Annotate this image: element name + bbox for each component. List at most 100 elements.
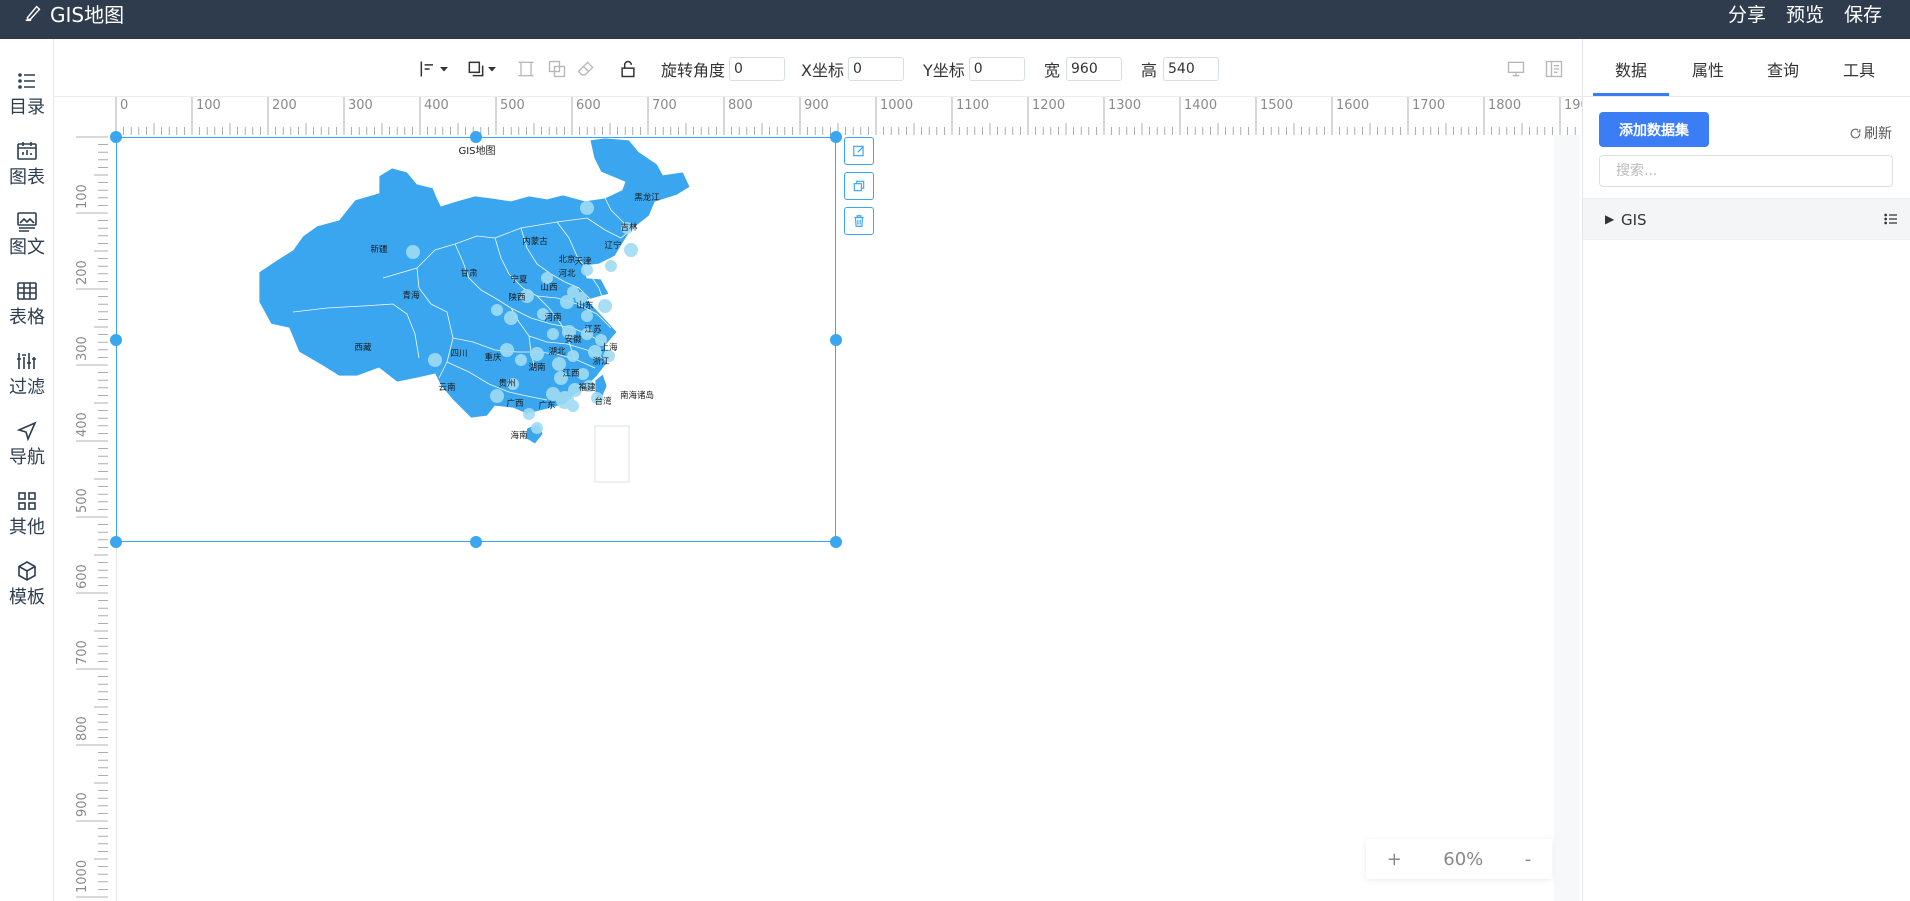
map-region-label: 山东: [576, 300, 593, 311]
sidebar-item-label: 图表: [9, 167, 45, 188]
tree-node-gis[interactable]: ▶ GIS: [1583, 198, 1910, 240]
tab-query[interactable]: 查询: [1767, 57, 1799, 81]
align-left-icon: [420, 61, 433, 77]
list-menu-icon[interactable]: [1883, 211, 1899, 227]
erase-button[interactable]: [576, 57, 596, 81]
map-data-bubble[interactable]: [490, 389, 504, 403]
y-coord-label: Y坐标: [923, 61, 965, 80]
map-data-bubble[interactable]: [530, 347, 544, 361]
ruler-label: 800: [75, 716, 90, 741]
sidebar-item-navigation[interactable]: 导航: [0, 419, 54, 477]
layer-dropdown[interactable]: [466, 57, 498, 81]
map-data-bubble[interactable]: [428, 353, 442, 367]
height-input[interactable]: [1163, 57, 1220, 81]
horizontal-ruler: 0 100 200 300 400 500 600 700 800 900 1000 1100 1200…: [115, 97, 1582, 135]
ruler-label: 1700: [1412, 98, 1445, 113]
resize-handle[interactable]: [110, 131, 122, 143]
map-data-bubble[interactable]: [567, 400, 579, 412]
preview-button[interactable]: 预览: [1786, 0, 1824, 26]
tab-properties[interactable]: 属性: [1692, 57, 1724, 81]
map-data-bubble[interactable]: [624, 243, 638, 257]
map-data-bubble[interactable]: [605, 260, 617, 272]
map-data-bubble[interactable]: [523, 408, 535, 420]
tab-tools[interactable]: 工具: [1843, 57, 1875, 81]
refresh-button[interactable]: 刷新: [1849, 123, 1892, 143]
y-coord-input[interactable]: [968, 57, 1025, 81]
map-region-label: 黑龙江: [634, 192, 660, 203]
map-region-label: 湖北: [548, 347, 566, 357]
grid-icon: [18, 492, 36, 510]
x-coord-input[interactable]: [847, 57, 904, 81]
zoom-in-button[interactable]: +: [1387, 849, 1402, 870]
map-data-bubble[interactable]: [547, 328, 559, 340]
sidebar-item-template[interactable]: 模板: [0, 559, 54, 617]
width-input[interactable]: [1066, 57, 1123, 81]
zoom-out-button[interactable]: -: [1525, 849, 1532, 870]
map-region-label: 宁夏: [510, 274, 528, 285]
screen-preview-button[interactable]: [1506, 57, 1526, 81]
expand-caret-icon[interactable]: ▶: [1605, 212, 1614, 226]
lock-button[interactable]: [618, 57, 638, 81]
resize-handle[interactable]: [830, 536, 842, 548]
map-data-bubble[interactable]: [581, 310, 593, 322]
map-data-bubble[interactable]: [546, 387, 560, 401]
map-region-label: 湖南: [528, 362, 545, 373]
ungroup-button[interactable]: [516, 57, 536, 81]
china-map[interactable]: 黑龙江吉林辽宁 内蒙古新疆甘肃宁夏青海 陕西 山西河北 北京天津山东河南江苏安徽上海浙江…: [117, 138, 837, 543]
rotation-input[interactable]: [729, 57, 786, 81]
gis-map-component[interactable]: GIS地图 黑龙江 吉林 辽宁 内蒙古 新疆 甘肃 宁夏 青海 陕西 山西 河北…: [116, 137, 836, 542]
sidebar-item-image-text[interactable]: 图文: [0, 209, 54, 267]
resize-handle[interactable]: [110, 334, 122, 346]
chevron-down-icon: [488, 67, 496, 72]
sidebar-item-chart[interactable]: 图表: [0, 139, 54, 197]
edit-component-button[interactable]: [844, 137, 874, 165]
map-region-label: 上海: [600, 342, 618, 353]
map-data-bubble[interactable]: [406, 245, 420, 259]
edit-pen-icon: [25, 5, 41, 22]
page-settings-button[interactable]: [1544, 57, 1564, 81]
map-region-label: 北京: [558, 254, 575, 265]
map-data-bubble[interactable]: [580, 201, 594, 215]
align-dropdown[interactable]: [418, 57, 450, 81]
sidebar-item-label: 表格: [9, 307, 45, 328]
map-region-label: 云南: [438, 382, 455, 393]
refresh-label: 刷新: [1864, 126, 1892, 142]
resize-handle[interactable]: [470, 536, 482, 548]
tab-data[interactable]: 数据: [1615, 57, 1647, 81]
sidebar-item-other[interactable]: 其他: [0, 489, 54, 547]
table-icon: [17, 282, 37, 300]
x-coord-label: X坐标: [801, 61, 844, 80]
map-data-bubble[interactable]: [500, 343, 514, 357]
map-data-bubble[interactable]: [515, 354, 527, 366]
copy-component-button[interactable]: [844, 172, 874, 200]
ruler-label: 500: [75, 488, 90, 513]
resize-handle[interactable]: [470, 131, 482, 143]
dataset-search-input[interactable]: [1599, 155, 1893, 187]
ruler-label: 1200: [1032, 98, 1065, 113]
group-button[interactable]: [547, 57, 567, 81]
resize-handle[interactable]: [830, 131, 842, 143]
map-data-bubble[interactable]: [531, 422, 543, 434]
map-data-bubble[interactable]: [598, 299, 612, 313]
sidebar-item-table[interactable]: 表格: [0, 279, 54, 337]
ruler-label: 200: [75, 260, 90, 285]
group-icon: [548, 60, 566, 78]
map-region-label: 台湾: [594, 396, 612, 407]
resize-handle[interactable]: [830, 334, 842, 346]
data-panel: 数据 属性 查询 工具 添加数据集 刷新 ▶ GIS: [1582, 39, 1910, 901]
map-data-bubble[interactable]: [491, 304, 503, 316]
sidebar-item-catalog[interactable]: 目录: [0, 69, 54, 127]
sidebar-item-filter[interactable]: 过滤: [0, 349, 54, 407]
resize-handle[interactable]: [110, 536, 122, 548]
map-data-bubble[interactable]: [560, 295, 574, 309]
save-button[interactable]: 保存: [1844, 0, 1882, 26]
share-button[interactable]: 分享: [1728, 0, 1766, 26]
add-dataset-button[interactable]: 添加数据集: [1599, 112, 1709, 147]
map-region-label: 贵州: [498, 378, 515, 389]
ruler-label: 900: [75, 792, 90, 817]
map-region-label: 内蒙古: [522, 236, 548, 247]
map-data-bubble[interactable]: [567, 350, 579, 362]
delete-component-button[interactable]: [844, 207, 874, 235]
map-data-bubble[interactable]: [504, 311, 518, 325]
image-text-icon: [17, 212, 37, 232]
